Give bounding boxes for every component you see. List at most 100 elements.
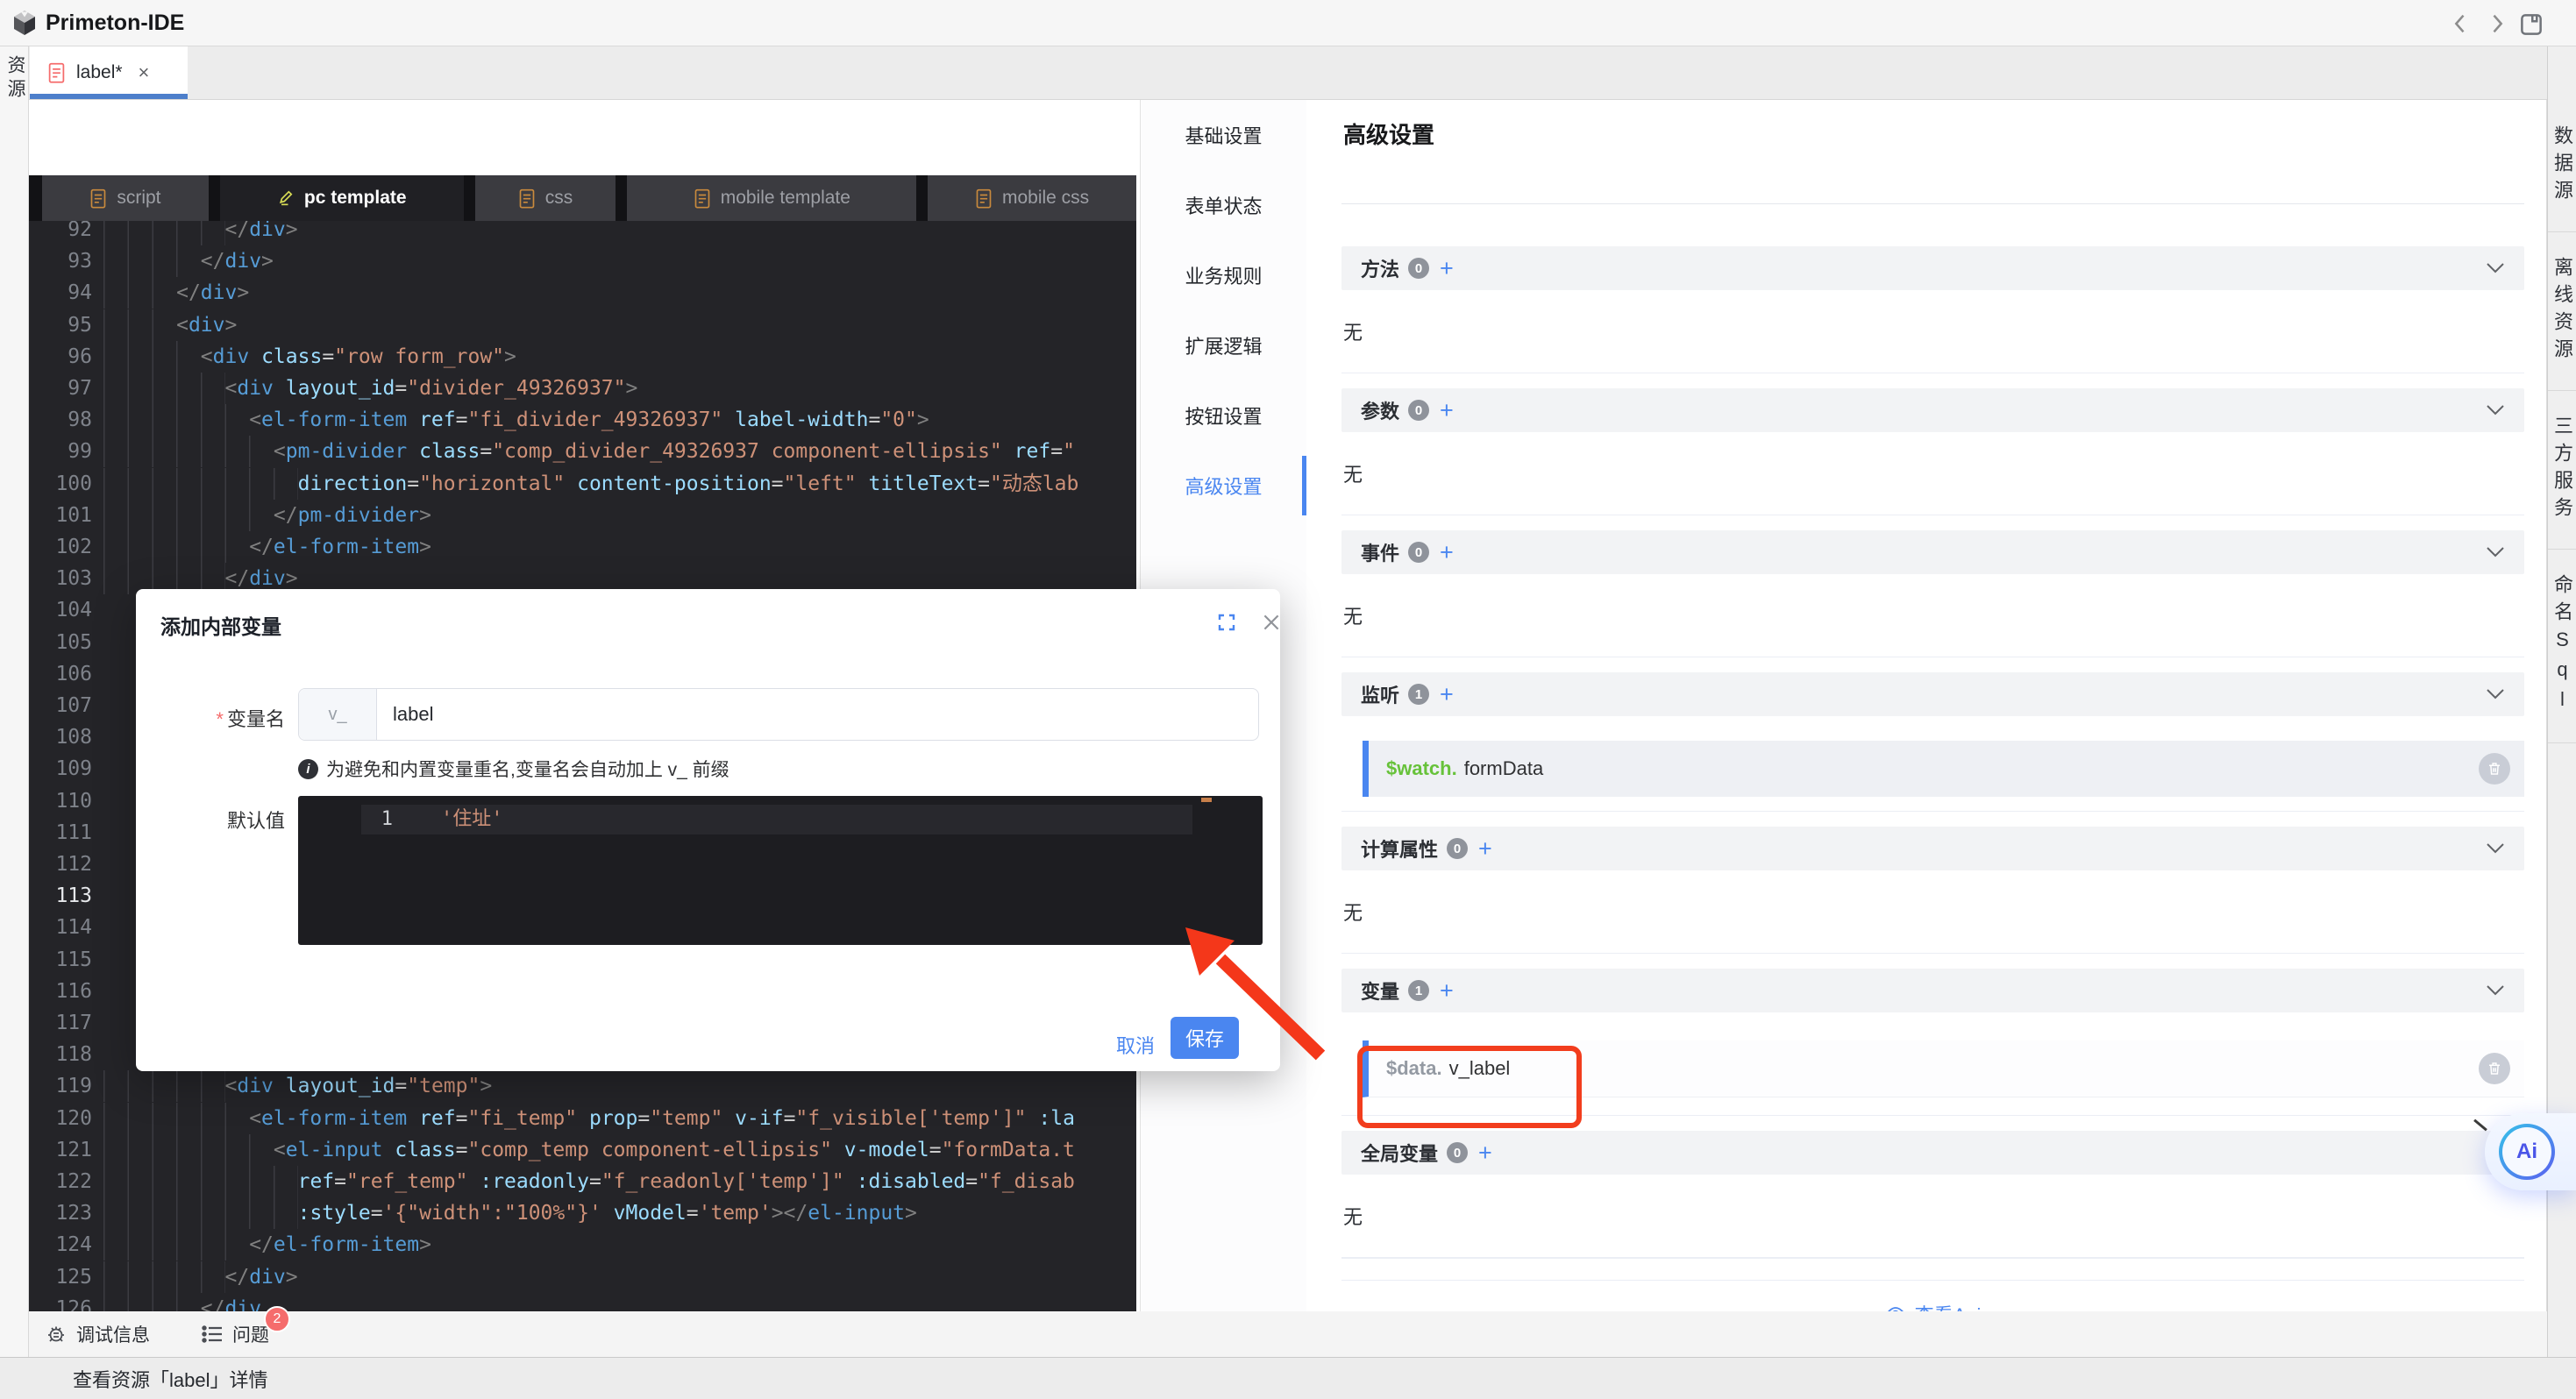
add-icon[interactable]: +: [1478, 838, 1492, 859]
nav-back-icon[interactable]: [2448, 11, 2473, 36]
right-strip-item-1[interactable]: 数据源: [2548, 101, 2576, 232]
add-icon[interactable]: +: [1478, 1142, 1492, 1163]
section-监听: 监听1+ $watch.formData: [1341, 672, 2524, 812]
line-number: 99: [29, 436, 92, 467]
settings-nav-item-4[interactable]: 扩展逻辑: [1141, 310, 1306, 380]
code-line[interactable]: 95<div>: [29, 309, 1136, 341]
right-strip-item-2[interactable]: 离线资源: [2548, 232, 2576, 391]
problems-button[interactable]: 问题 2: [201, 1321, 269, 1347]
settings-nav-item-3[interactable]: 业务规则: [1141, 240, 1306, 310]
primeton-ide-window: Primeton-IDE 资源 label* × scriptpc templa…: [0, 0, 2576, 1399]
editor-tab-script[interactable]: script: [42, 175, 209, 221]
delete-button[interactable]: [2479, 753, 2510, 785]
add-icon[interactable]: +: [1440, 684, 1454, 705]
save-icon[interactable]: [2518, 11, 2544, 38]
eye-icon: [1885, 1303, 1906, 1311]
code-line[interactable]: 96<div class="row form_row">: [29, 341, 1136, 373]
settings-nav-item-1[interactable]: 基础设置: [1141, 100, 1306, 170]
editor-tab-pc-template[interactable]: pc template: [220, 175, 464, 221]
code-line[interactable]: 119<div layout_id="temp">: [29, 1070, 1136, 1102]
code-line[interactable]: 120 <el-form-item ref="fi_temp" prop="tem…: [29, 1103, 1136, 1134]
code-line[interactable]: 126</div: [29, 1293, 1136, 1311]
cancel-button[interactable]: 取消: [1107, 1026, 1163, 1064]
list-item-formData[interactable]: $watch.formData: [1363, 741, 2524, 797]
code-line[interactable]: 101</pm-divider>: [29, 500, 1136, 531]
add-icon[interactable]: +: [1440, 980, 1454, 1001]
ai-assistant-button[interactable]: Ai: [2485, 1113, 2576, 1190]
code-line[interactable]: 122ref="ref_temp" :readonly="f_readonly[…: [29, 1166, 1136, 1197]
section-header[interactable]: 方法0+: [1341, 246, 2524, 290]
chevron-down-icon[interactable]: [2486, 262, 2505, 274]
list-item-v_label[interactable]: $data.v_label: [1363, 1040, 2524, 1097]
settings-nav-item-2[interactable]: 表单状态: [1141, 170, 1306, 240]
settings-nav-item-6[interactable]: 高级设置: [1141, 451, 1306, 521]
section-header[interactable]: 监听1+: [1341, 672, 2524, 716]
nav-forward-icon[interactable]: [2485, 11, 2509, 36]
code-line[interactable]: 97<div layout_id="divider_49326937">: [29, 373, 1136, 404]
code-line[interactable]: 123:style='{"width":"100%"}' vModel='tem…: [29, 1197, 1136, 1229]
chevron-down-icon[interactable]: [2486, 404, 2505, 416]
right-strip-item-3[interactable]: 三方服务: [2548, 391, 2576, 550]
section-divider: [1341, 1115, 2524, 1116]
section-header[interactable]: 计算属性0+: [1341, 827, 2524, 870]
close-icon[interactable]: [1260, 611, 1283, 634]
view-api-link[interactable]: 查看Api: [1341, 1288, 2524, 1311]
code-line[interactable]: 98<el-form-item ref="fi_divider_49326937…: [29, 404, 1136, 436]
code-line[interactable]: 92 </div>: [29, 221, 1136, 245]
section-计算属性: 计算属性0+无: [1341, 827, 2524, 954]
section-header[interactable]: 全局变量0+: [1341, 1131, 2524, 1175]
line-number: 125: [29, 1261, 92, 1293]
save-button[interactable]: 保存: [1171, 1017, 1239, 1059]
chevron-down-icon[interactable]: [2486, 546, 2505, 558]
line-number: 117: [29, 1007, 92, 1039]
add-icon[interactable]: +: [1440, 258, 1454, 279]
settings-nav-item-5[interactable]: 按钮设置: [1141, 380, 1306, 451]
editor-tab-css[interactable]: css: [475, 175, 616, 221]
problems-count-badge: 2: [264, 1306, 290, 1332]
code-line-text: direction="horizontal" content-position=…: [103, 468, 1078, 500]
editor-tab-mobile-css[interactable]: mobile css: [928, 175, 1136, 221]
add-icon[interactable]: +: [1440, 400, 1454, 421]
code-line[interactable]: 121<el-input class="comp_temp component-…: [29, 1134, 1136, 1166]
chevron-down-icon[interactable]: [2486, 842, 2505, 855]
default-value-editor[interactable]: 1 '住址': [298, 796, 1263, 945]
tab-close-icon[interactable]: ×: [139, 61, 150, 84]
chevron-down-icon[interactable]: [2486, 984, 2505, 997]
editor-tab-mobile-template[interactable]: mobile template: [627, 175, 916, 221]
code-line[interactable]: 99<pm-divider class="comp_divider_493269…: [29, 436, 1136, 467]
section-header[interactable]: 事件0+: [1341, 530, 2524, 574]
right-strip-item-4[interactable]: 命名Sql: [2548, 550, 2576, 743]
indent-guides: [103, 277, 176, 309]
variable-name-value: label: [377, 689, 433, 740]
dialog-title: 添加内部变量: [160, 610, 281, 640]
code-line[interactable]: 100direction="horizontal" content-positi…: [29, 468, 1136, 500]
code-line-text: <el-form-item ref="fi_temp" prop="temp" …: [103, 1103, 1075, 1134]
indent-guides: [103, 1134, 274, 1166]
code-line[interactable]: 125</div>: [29, 1261, 1136, 1293]
view-api-label: 查看Api: [1915, 1300, 1982, 1311]
line-number: 92: [29, 221, 92, 245]
item-prefix: $data.: [1386, 1057, 1442, 1080]
section-empty-text: 无: [1341, 1175, 2524, 1257]
code-line[interactable]: 94</div>: [29, 277, 1136, 309]
fullscreen-icon[interactable]: [1216, 612, 1237, 633]
variable-name-input[interactable]: v_ label: [298, 688, 1259, 741]
indent-guides: [103, 1197, 298, 1229]
code-line[interactable]: 102</el-form-item>: [29, 531, 1136, 563]
count-badge: 0: [1447, 838, 1468, 859]
count-badge: 0: [1408, 400, 1429, 421]
section-header[interactable]: 参数0+: [1341, 388, 2524, 432]
debug-info-button[interactable]: 调试信息: [45, 1321, 150, 1347]
chevron-down-icon[interactable]: [2486, 688, 2505, 700]
tab-label[interactable]: label* ×: [30, 46, 188, 99]
section-header[interactable]: 变量1+: [1341, 969, 2524, 1012]
resource-strip-label[interactable]: 资源: [0, 55, 28, 103]
code-line[interactable]: 124</el-form-item>: [29, 1229, 1136, 1261]
line-number: 120: [29, 1103, 92, 1134]
code-line-text: <div layout_id="temp">: [103, 1070, 492, 1102]
code-line-text: </div>: [103, 221, 298, 245]
code-line[interactable]: 93</div>: [29, 245, 1136, 277]
delete-button[interactable]: [2479, 1053, 2510, 1084]
code-line-text: <div class="row form_row">: [103, 341, 516, 373]
add-icon[interactable]: +: [1440, 542, 1454, 563]
